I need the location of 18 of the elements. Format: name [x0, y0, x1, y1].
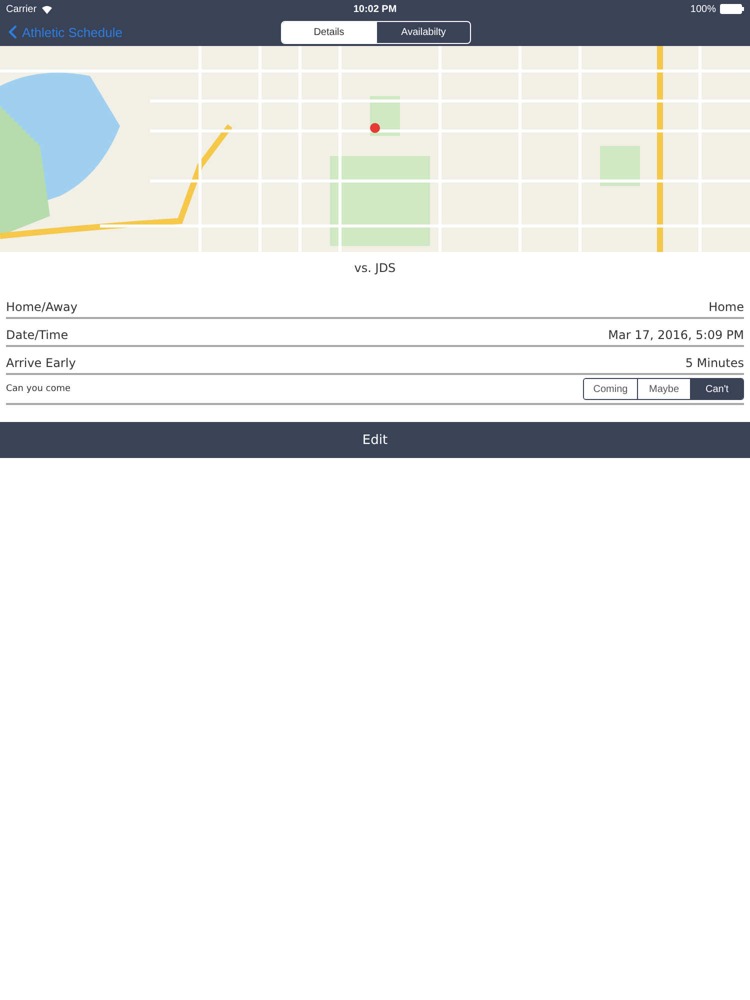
event-title: vs. JDS — [353, 261, 397, 277]
wifi-icon — [40, 4, 53, 14]
row-value: 5 Minutes — [685, 356, 744, 370]
status-time: 10:02 PM — [353, 4, 397, 14]
carrier-label: Carrier — [6, 4, 37, 14]
battery-percent: 100% — [690, 4, 716, 14]
row-label: Home/Away — [6, 300, 78, 314]
segment-tab[interactable]: Availabilty — [376, 22, 470, 42]
row-label: Can you come — [6, 384, 71, 394]
battery-icon — [720, 4, 744, 14]
edit-button[interactable]: Edit — [0, 422, 750, 458]
row-label: Arrive Early — [6, 356, 76, 370]
segment-tab[interactable]: Details — [282, 22, 376, 42]
row-label: Date/Time — [6, 328, 68, 342]
row-value: Home — [708, 300, 744, 314]
row-value: Mar 17, 2016, 5:09 PM — [608, 328, 744, 342]
attendance-option[interactable]: Can't — [690, 379, 743, 399]
back-chevron-icon — [8, 25, 17, 39]
